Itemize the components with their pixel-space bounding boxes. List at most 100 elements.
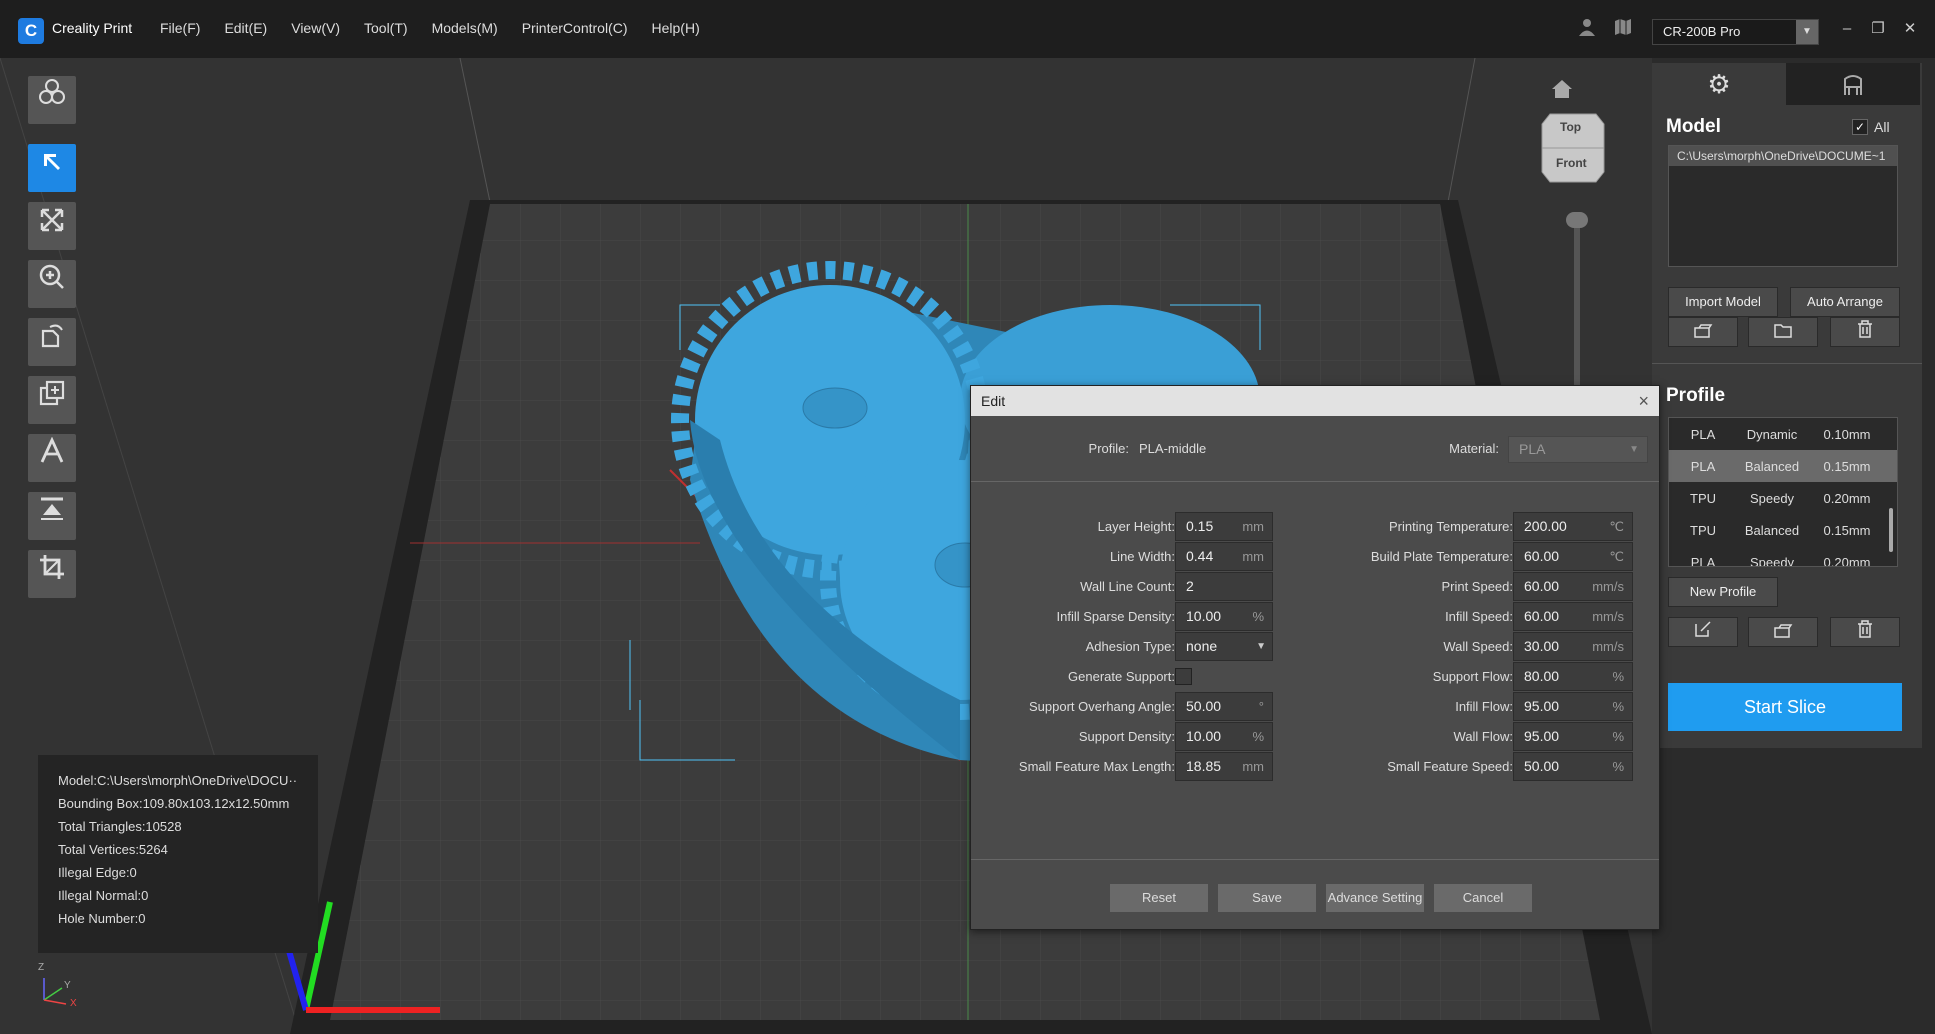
rotate-icon[interactable] (28, 318, 76, 366)
view-cube-top-label[interactable]: Top (1560, 120, 1581, 134)
menu-help[interactable]: Help(H) (652, 20, 700, 36)
build-plate-temperature-label: Build Plate Temperature: (1370, 549, 1513, 564)
adhesion-type-select[interactable]: none ▼ (1175, 632, 1273, 661)
layer-slider-handle[interactable] (1566, 212, 1588, 228)
layer-height-input[interactable]: 0.15 mm (1175, 512, 1273, 541)
export-icon (1774, 624, 1793, 638)
tab-settings[interactable]: ⚙ (1652, 63, 1786, 105)
close-window-icon[interactable]: ✕ (1898, 17, 1922, 41)
reset-button[interactable]: Reset (1110, 884, 1208, 912)
profile-row[interactable]: PLA Dynamic 0.10mm (1669, 418, 1897, 450)
cancel-button[interactable]: Cancel (1434, 884, 1532, 912)
home-view-icon[interactable] (1550, 78, 1574, 106)
line-width-input[interactable]: 0.44 mm (1175, 542, 1273, 571)
unit-label: ° (1258, 699, 1264, 714)
menu-models[interactable]: Models(M) (432, 20, 498, 36)
wall-speed-label: Wall Speed: (1443, 639, 1513, 654)
profile-scrollbar[interactable] (1889, 508, 1893, 552)
close-icon[interactable]: × (1638, 386, 1649, 416)
menu-file[interactable]: File(F) (160, 20, 200, 36)
profile-row[interactable]: TPU Balanced 0.15mm (1669, 514, 1897, 546)
menu-edit[interactable]: Edit(E) (224, 20, 267, 36)
model-list-item[interactable]: C:\Users\morph\OneDrive\DOCUME~1 (1669, 146, 1897, 166)
printer-select[interactable]: CR-200B Pro ▼ (1652, 19, 1819, 45)
import-model-button[interactable]: Import Model (1668, 287, 1778, 317)
advance-setting-button[interactable]: Advance Setting (1326, 884, 1424, 912)
infill-density-input[interactable]: 10.00% (1175, 602, 1273, 631)
model-info-panel: Model:C:\Users\morph\OneDrive\DOCU··· Bo… (38, 755, 318, 953)
app-window: C Creality Print File(F) Edit(E) View(V)… (0, 0, 1935, 1034)
gear-icon: ⚙ (1707, 69, 1731, 99)
text-icon[interactable] (28, 434, 76, 482)
chevron-down-icon: ▼ (1629, 444, 1639, 455)
print-speed-value: 60.00 (1524, 578, 1560, 594)
layer-height-value: 0.15 (1186, 518, 1214, 534)
model-list[interactable]: C:\Users\morph\OneDrive\DOCUME~1 (1668, 145, 1898, 267)
clone-icon[interactable] (28, 376, 76, 424)
unit-label: % (1252, 609, 1264, 624)
user-icon[interactable] (1576, 18, 1598, 40)
info-hole-number: Hole Number:0 (58, 911, 146, 926)
select-all-checkbox[interactable]: ✓ (1852, 119, 1868, 135)
support-flow-input[interactable]: 80.00% (1513, 662, 1633, 691)
small-feature-speed-input[interactable]: 50.00% (1513, 752, 1633, 781)
restore-icon[interactable]: ❐ (1866, 17, 1890, 41)
profile-row[interactable]: TPU Speedy 0.20mm (1669, 482, 1897, 514)
move-icon[interactable] (28, 202, 76, 250)
line-width-label: Line Width: (1109, 549, 1175, 564)
profile-name: Dynamic (1746, 426, 1798, 442)
profile-label: Profile: (1088, 441, 1129, 456)
profile-row[interactable]: PLA Speedy 0.20mm (1669, 546, 1897, 567)
wall-line-count-value: 2 (1186, 578, 1194, 594)
edit-profile-dialog: Edit × Profile: PLA-middle Material: PLA… (970, 385, 1660, 930)
menu-tool[interactable]: Tool(T) (364, 20, 408, 36)
wall-flow-input[interactable]: 95.00% (1513, 722, 1633, 751)
open-folder-button[interactable] (1748, 317, 1818, 347)
zoom-icon[interactable] (28, 260, 76, 308)
profile-material: PLA (1690, 554, 1716, 567)
export-profile-button[interactable] (1748, 617, 1818, 647)
profile-list[interactable]: PLA Dynamic 0.10mm PLA Balanced 0.15mm TPU Sp… (1668, 417, 1898, 567)
infill-speed-input[interactable]: 60.00 mm/s (1513, 602, 1633, 631)
printing-temperature-input[interactable]: 200.00 ℃ (1513, 512, 1633, 541)
build-plate-temperature-input[interactable]: 60.00 ℃ (1513, 542, 1633, 571)
chevron-down-icon: ▼ (1796, 20, 1818, 44)
info-illegal-edge: Illegal Edge:0 (58, 865, 137, 880)
app-name: Creality Print (52, 20, 133, 36)
profile-row[interactable]: PLA Balanced 0.15mm (1669, 450, 1897, 482)
right-panel: ⚙ Model ✓ All C:\Users\morph\OneDrive\DO… (1652, 63, 1922, 748)
auto-arrange-button[interactable]: Auto Arrange (1790, 287, 1900, 317)
lay-flat-icon[interactable] (28, 492, 76, 540)
info-bounding-box: Bounding Box:109.80x103.12x12.50mm (58, 796, 290, 811)
infill-flow-input[interactable]: 95.00% (1513, 692, 1633, 721)
wall-flow-value: 95.00 (1524, 728, 1560, 744)
delete-profile-button[interactable] (1830, 617, 1900, 647)
start-slice-button[interactable]: Start Slice (1668, 683, 1902, 731)
wall-speed-input[interactable]: 30.00 mm/s (1513, 632, 1633, 661)
export-model-button[interactable] (1668, 317, 1738, 347)
generate-support-checkbox[interactable] (1175, 668, 1192, 685)
tab-printer[interactable] (1786, 63, 1920, 105)
profile-name: Balanced (1744, 458, 1800, 474)
minimize-icon[interactable]: – (1835, 17, 1859, 41)
axis-x-label: X (70, 998, 77, 1009)
menu-view[interactable]: View(V) (291, 20, 340, 36)
map-icon[interactable] (1612, 18, 1634, 40)
small-feature-max-length-input[interactable]: 18.85 mm (1175, 752, 1273, 781)
wall-line-count-input[interactable]: 2 (1175, 572, 1273, 601)
crop-icon[interactable] (28, 550, 76, 598)
edit-profile-button[interactable] (1668, 617, 1738, 647)
build-plate-temperature-value: 60.00 (1524, 548, 1560, 564)
new-profile-button[interactable]: New Profile (1668, 577, 1778, 607)
support-density-input[interactable]: 10.00% (1175, 722, 1273, 751)
print-speed-input[interactable]: 60.00 mm/s (1513, 572, 1633, 601)
objects-icon[interactable] (28, 76, 76, 124)
delete-model-button[interactable] (1830, 317, 1900, 347)
save-button[interactable]: Save (1218, 884, 1316, 912)
folder-icon (1774, 324, 1792, 338)
view-cube-front-label[interactable]: Front (1556, 156, 1587, 170)
view-cube[interactable]: Top Front (1540, 110, 1606, 186)
menu-printer-control[interactable]: PrinterControl(C) (522, 20, 628, 36)
support-overhang-angle-input[interactable]: 50.00 ° (1175, 692, 1273, 721)
select-icon[interactable] (28, 144, 76, 192)
